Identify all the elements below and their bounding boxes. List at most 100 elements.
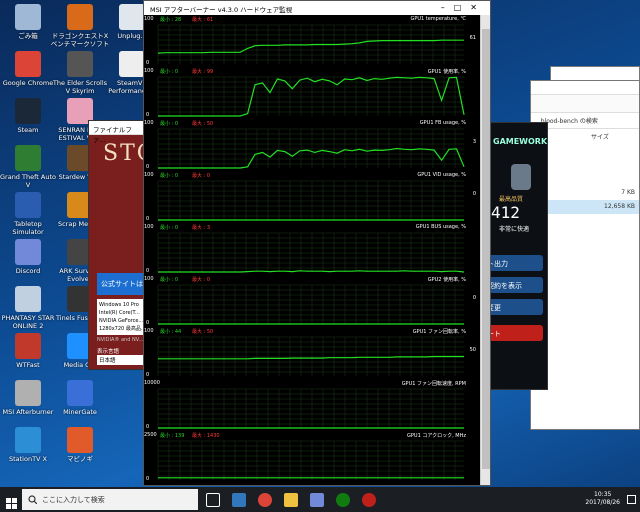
graph-name: GPU1 ファン回転速度, RPM: [401, 381, 466, 387]
msi-scrollbar[interactable]: [480, 15, 490, 485]
desktop-icon-dragon-quest[interactable]: ドラゴンクエストX ベンチマークソフト: [50, 4, 110, 48]
graph-panel: 2500 最小 : 139 最大 : 1430 GPU1 コアクロック, MHz 0: [144, 431, 478, 482]
graph-name: GPU1 FB usage, %: [419, 120, 466, 126]
taskbar: ここに入力して検索 10:35 2017/08/26: [0, 487, 640, 512]
graph-min-label: 最小 : 28: [160, 17, 182, 23]
graph-top-value: 100: [144, 172, 154, 178]
ff-benchmark-window[interactable]: ファイナルファ... STO 公式サイトは Windows 10 ProInte…: [88, 120, 148, 370]
graph-name: GPU1 BUS usage, %: [415, 224, 466, 230]
desktop-icon-mabinogi[interactable]: マビノギ: [50, 427, 110, 463]
graph-name: GPU1 VID usage, %: [417, 172, 466, 178]
benchmark-button[interactable]: 契約を表示: [483, 277, 543, 293]
graph-panel: 100 最小 : 28 最大 : 61 GPU1 temperature, ℃ 0 61: [144, 15, 478, 66]
benchmark-button[interactable]: ト出力: [483, 255, 543, 271]
graph-series-line: [157, 39, 464, 54]
clock-date: 2017/08/26: [585, 499, 620, 506]
wtfast-icon: [15, 333, 41, 359]
graph-panel: 100 最小 : 0 最大 : 99 GPU1 使用率, % 0: [144, 67, 478, 118]
graph-max-label: 最大 : 50: [192, 329, 214, 335]
lang-select[interactable]: 日本語: [97, 355, 147, 365]
explorer-toolbar: [531, 95, 639, 113]
graph-series-line: [158, 270, 465, 273]
graph-current-value: 61: [469, 35, 476, 41]
graph-bottom-value: 0: [146, 424, 150, 430]
maximize-icon[interactable]: □: [454, 3, 471, 12]
steam-icon: [15, 98, 41, 124]
ff-specs: Windows 10 Pro Intel(R) Core(T... NVIDIA G…: [97, 299, 147, 335]
graph-bottom-value: 0: [146, 476, 150, 482]
chrome-icon[interactable]: [258, 493, 272, 507]
file-size: 12,658 KB: [604, 203, 635, 210]
notification-icon[interactable]: [627, 495, 636, 504]
task-view-icon[interactable]: [206, 493, 220, 507]
unplug-icon: [119, 4, 145, 30]
graph-current-value: 3: [472, 139, 476, 145]
graph-panel: 100 最小 : 0 最大 : 3 GPU1 BUS usage, % 0: [144, 223, 478, 274]
msi-titlebar[interactable]: MSI アフターバーナー v4.3.0 ハードウェア監視 –□✕: [144, 1, 490, 15]
graph-min-label: 最小 : 0: [160, 69, 179, 75]
gta-icon: [15, 145, 41, 171]
graph-top-value: 100: [144, 68, 154, 74]
edge-icon[interactable]: [232, 493, 246, 507]
explorer-window-back: [550, 66, 640, 80]
msi-title-text: MSI アフターバーナー v4.3.0 ハードウェア監視: [150, 6, 293, 14]
graph-min-label: 最小 : 44: [160, 329, 182, 335]
official-site-button[interactable]: 公式サイトは: [97, 273, 147, 295]
msi-monitor-window[interactable]: MSI アフターバーナー v4.3.0 ハードウェア監視 –□✕ 100 最小 :…: [143, 0, 491, 486]
graph-bottom-value: 0: [146, 372, 150, 378]
start-button[interactable]: [6, 494, 17, 509]
tabletop-icon: [15, 192, 41, 218]
graph-top-value: 10000: [144, 380, 160, 386]
benchmark-button[interactable]: 変更: [483, 299, 543, 315]
skyrim-icon: [67, 51, 93, 77]
desktop-icon-label: マビノギ: [67, 455, 93, 463]
graph-max-label: 最大 : 61: [192, 17, 214, 23]
graph-name: GPU1 使用率, %: [427, 69, 466, 75]
graph-top-value: 100: [144, 328, 154, 334]
spec-line: Intel(R) Core(T...: [99, 310, 140, 316]
discord-icon[interactable]: [310, 493, 324, 507]
graph-max-label: 最大 : 0: [192, 277, 211, 283]
afterburner-icon: [15, 380, 41, 406]
graph-panel: 10000 GPU1 ファン回転速度, RPM 0: [144, 379, 478, 430]
spec-line: 1280x720 最高品...: [99, 326, 146, 332]
search-icon: [28, 495, 37, 504]
graph-panel: 100 最小 : 0 最大 : 0 GPU1 VID usage, % 0 0: [144, 171, 478, 222]
scrollbar-thumb[interactable]: [482, 29, 490, 469]
file-explorer-icon[interactable]: [284, 493, 298, 507]
graph-name: GPU2 使用率, %: [427, 277, 466, 283]
discord-icon: [15, 239, 41, 265]
graph-min-label: 最小 : 0: [160, 277, 179, 283]
taskbar-clock[interactable]: 10:35 2017/08/26: [585, 491, 620, 507]
close-icon[interactable]: ✕: [470, 3, 486, 12]
taskbar-search-input[interactable]: ここに入力して検索: [22, 489, 198, 510]
pso2-icon: [15, 286, 41, 312]
minimize-icon[interactable]: –: [441, 3, 454, 12]
spec-line: NVIDIA GeForce...: [99, 318, 144, 324]
graph-max-label: 最大 : 1430: [192, 433, 220, 439]
graph-min-label: 最小 : 139: [160, 433, 185, 439]
graph-bottom-value: 0: [146, 164, 150, 170]
desktop-icon-label: MinerGate: [63, 408, 97, 416]
graph-current-value: 0: [472, 295, 476, 301]
graph-max-label: 最大 : 0: [192, 173, 211, 179]
graph-top-value: 100: [144, 224, 154, 230]
window-controls[interactable]: –□✕: [441, 3, 486, 12]
desktop-icon-skyrim[interactable]: The Elder Scrolls V Skyrim: [50, 51, 110, 95]
recycle-bin-icon: [15, 4, 41, 30]
graph-panel: 100 最小 : 0 最大 : 50 GPU1 FB usage, % 0 3: [144, 119, 478, 170]
xbox-icon[interactable]: [336, 493, 350, 507]
graph-series-line: [158, 76, 465, 117]
afterburner-icon[interactable]: [362, 493, 376, 507]
ff-window-title[interactable]: ファイナルファ...: [89, 121, 147, 144]
steamvr-icon: [119, 51, 145, 77]
explorer-titlebar[interactable]: [531, 81, 639, 95]
desktop-icon-label: The Elder Scrolls V Skyrim: [52, 79, 108, 95]
desktop-icon-minergate[interactable]: MinerGate: [50, 380, 110, 416]
graph-panel: 100 最小 : 0 最大 : 0 GPU2 使用率, % 0 0: [144, 275, 478, 326]
graph-min-label: 最小 : 0: [160, 121, 179, 127]
graph-top-value: 2500: [144, 432, 157, 438]
ff-footer: NVIDIA® and NV...: [97, 337, 144, 343]
graph-top-value: 100: [144, 276, 154, 282]
benchmark-button[interactable]: ート: [483, 325, 543, 341]
